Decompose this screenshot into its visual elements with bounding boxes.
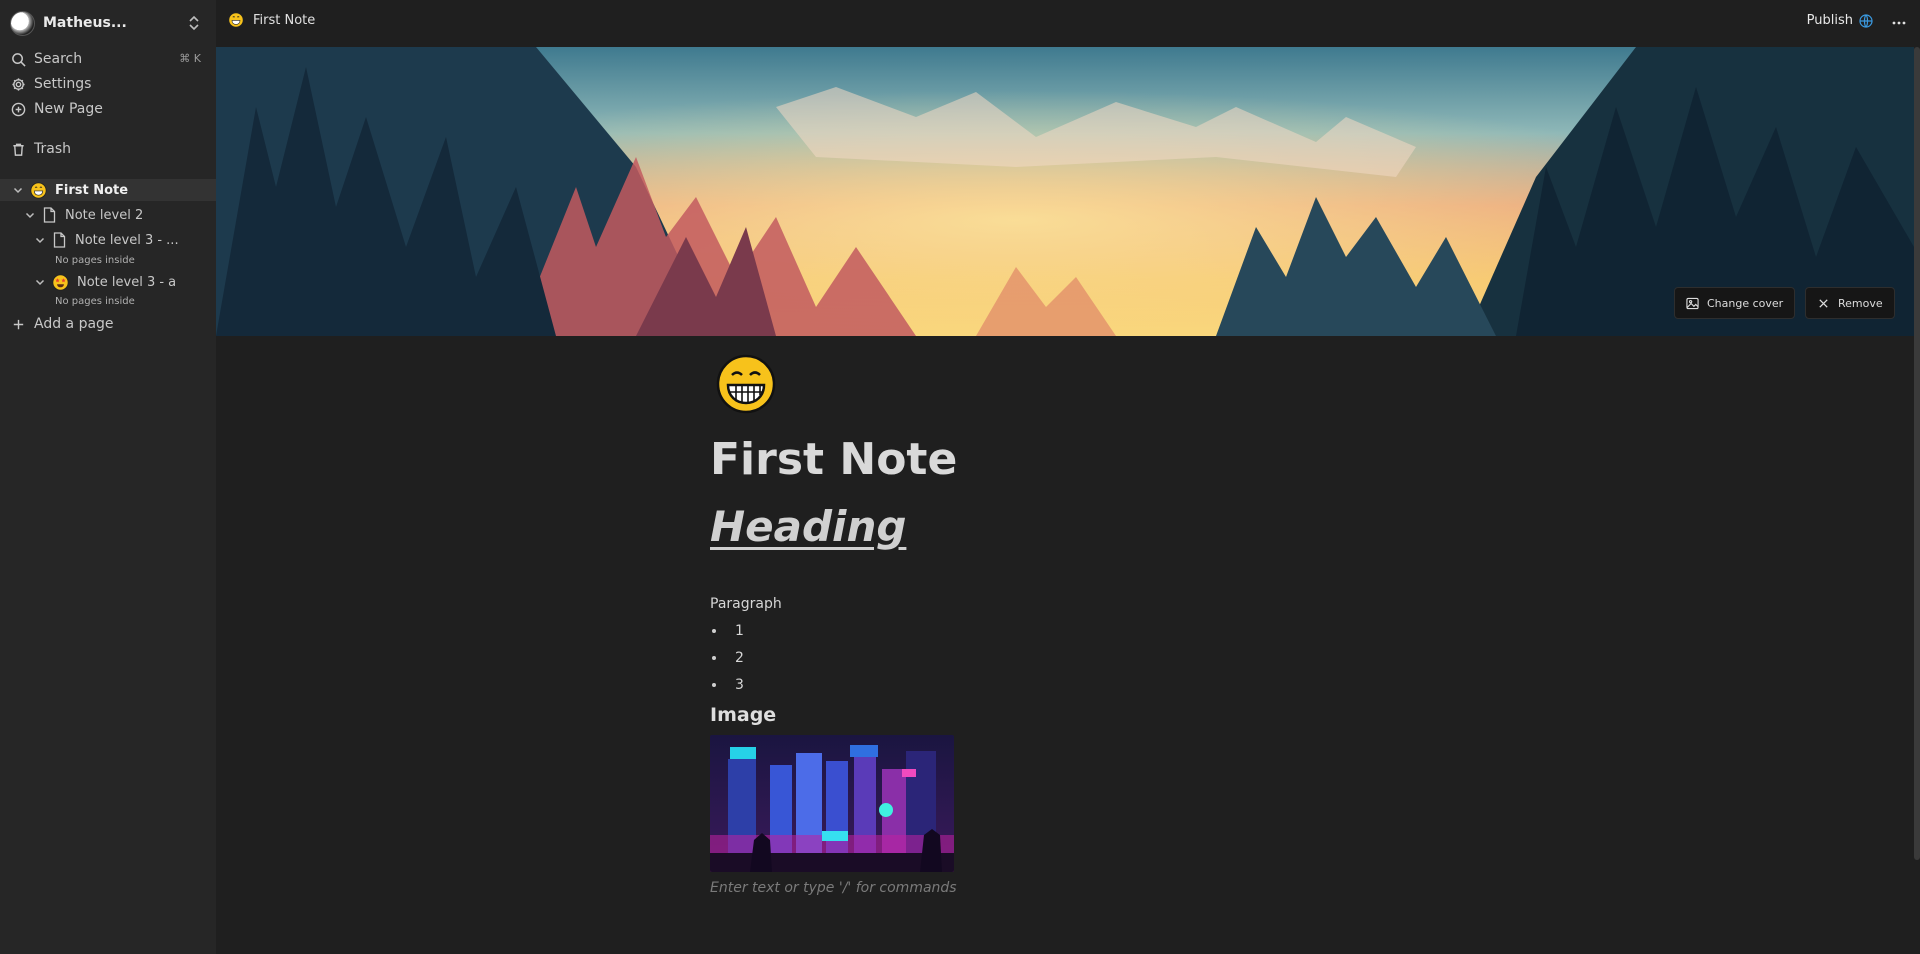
- sidebar-item-new-page[interactable]: New Page: [11, 98, 201, 120]
- chevron-down-icon[interactable]: [24, 209, 36, 221]
- no-pages-note: No pages inside: [55, 255, 135, 266]
- page-icon: [43, 207, 56, 223]
- sidebar-item-label: Trash: [34, 141, 71, 157]
- add-page-label: Add a page: [34, 316, 114, 332]
- remove-cover-button[interactable]: Remove: [1805, 287, 1895, 319]
- trash-icon: [13, 143, 24, 156]
- remove-label: Remove: [1838, 296, 1883, 310]
- publish-label: Publish: [1806, 13, 1853, 28]
- sidebar: Matheus... Search ⌘ K Settings New Page …: [0, 0, 216, 954]
- app-window: Matheus... Search ⌘ K Settings New Page …: [0, 0, 1920, 954]
- add-page-button[interactable]: Add a page: [11, 313, 201, 335]
- forest-sunset-illustration: [216, 47, 1914, 336]
- chevron-down-icon[interactable]: [34, 276, 46, 288]
- heading-block[interactable]: Heading: [710, 502, 906, 551]
- paragraph-block[interactable]: Paragraph: [710, 596, 782, 612]
- grinning-face-emoji-icon: [30, 181, 47, 199]
- bullet-item[interactable]: 1: [710, 623, 744, 639]
- grinning-face-emoji-icon: [228, 12, 244, 28]
- sidebar-page-label: Note level 3 - a: [77, 274, 177, 290]
- chevron-down-icon[interactable]: [34, 234, 46, 246]
- publish-button[interactable]: Publish: [1807, 13, 1873, 28]
- change-cover-label: Change cover: [1707, 296, 1784, 310]
- avatar: [10, 10, 35, 36]
- sidebar-item-label: Settings: [34, 76, 92, 92]
- close-icon: [1819, 298, 1828, 308]
- sidebar-item-settings[interactable]: Settings: [11, 73, 201, 95]
- sidebar-page-label: Note level 2: [65, 207, 144, 223]
- bullet-dot: [712, 629, 716, 633]
- sidebar-item-trash[interactable]: Trash: [11, 138, 201, 160]
- bullet-dot: [712, 656, 716, 660]
- user-switcher[interactable]: Matheus...: [10, 10, 206, 36]
- shortcut-hint: ⌘ K: [179, 52, 201, 65]
- page-emoji-grinning-face[interactable]: [716, 354, 776, 414]
- sidebar-item-search[interactable]: Search ⌘ K: [11, 48, 201, 70]
- bullet-item[interactable]: 2: [710, 650, 744, 666]
- image-icon: [1686, 297, 1699, 309]
- topbar: First Note Publish: [216, 0, 1920, 47]
- change-cover-button[interactable]: Change cover: [1674, 287, 1796, 319]
- user-name: Matheus...: [43, 15, 127, 31]
- image-heading[interactable]: Image: [710, 704, 776, 726]
- chevrons-up-down-icon[interactable]: [186, 14, 202, 32]
- star-struck-emoji-icon: [52, 273, 69, 291]
- bullet-text: 1: [735, 623, 744, 639]
- bullet-text: 3: [735, 677, 744, 693]
- more-horizontal-icon[interactable]: [1889, 12, 1909, 32]
- globe-icon: [1859, 13, 1873, 28]
- cover-image: Change cover Remove: [216, 47, 1914, 336]
- page-title[interactable]: First Note: [710, 434, 957, 485]
- bullet-text: 2: [735, 650, 744, 666]
- empty-block-placeholder[interactable]: Enter text or type '/' for commands: [710, 880, 957, 896]
- sidebar-page-first-note[interactable]: First Note: [12, 179, 128, 201]
- sidebar-page-note-level-3-a[interactable]: Note level 3 - ...: [34, 229, 179, 251]
- no-pages-note: No pages inside: [55, 296, 135, 307]
- search-icon: [12, 52, 26, 67]
- chevron-down-icon[interactable]: [12, 184, 24, 196]
- gear-icon: [12, 77, 25, 91]
- breadcrumb[interactable]: First Note: [228, 12, 315, 28]
- sidebar-page-note-level-2[interactable]: Note level 2: [24, 204, 143, 226]
- bullet-dot: [712, 683, 716, 687]
- vertical-scrollbar[interactable]: [1914, 47, 1920, 860]
- sidebar-item-label: New Page: [34, 101, 103, 117]
- sidebar-page-label: First Note: [55, 182, 129, 198]
- sidebar-item-label: Search: [34, 51, 83, 67]
- sidebar-page-note-level-3-b[interactable]: Note level 3 - a: [34, 271, 176, 293]
- bullet-item[interactable]: 3: [710, 677, 744, 693]
- page-icon: [53, 232, 66, 248]
- plus-circle-icon: [11, 102, 26, 116]
- breadcrumb-title: First Note: [253, 12, 316, 28]
- sidebar-page-label: Note level 3 - ...: [75, 232, 179, 248]
- plus-icon: [13, 319, 24, 329]
- embedded-image[interactable]: [710, 735, 954, 872]
- neon-city-illustration: [710, 735, 954, 872]
